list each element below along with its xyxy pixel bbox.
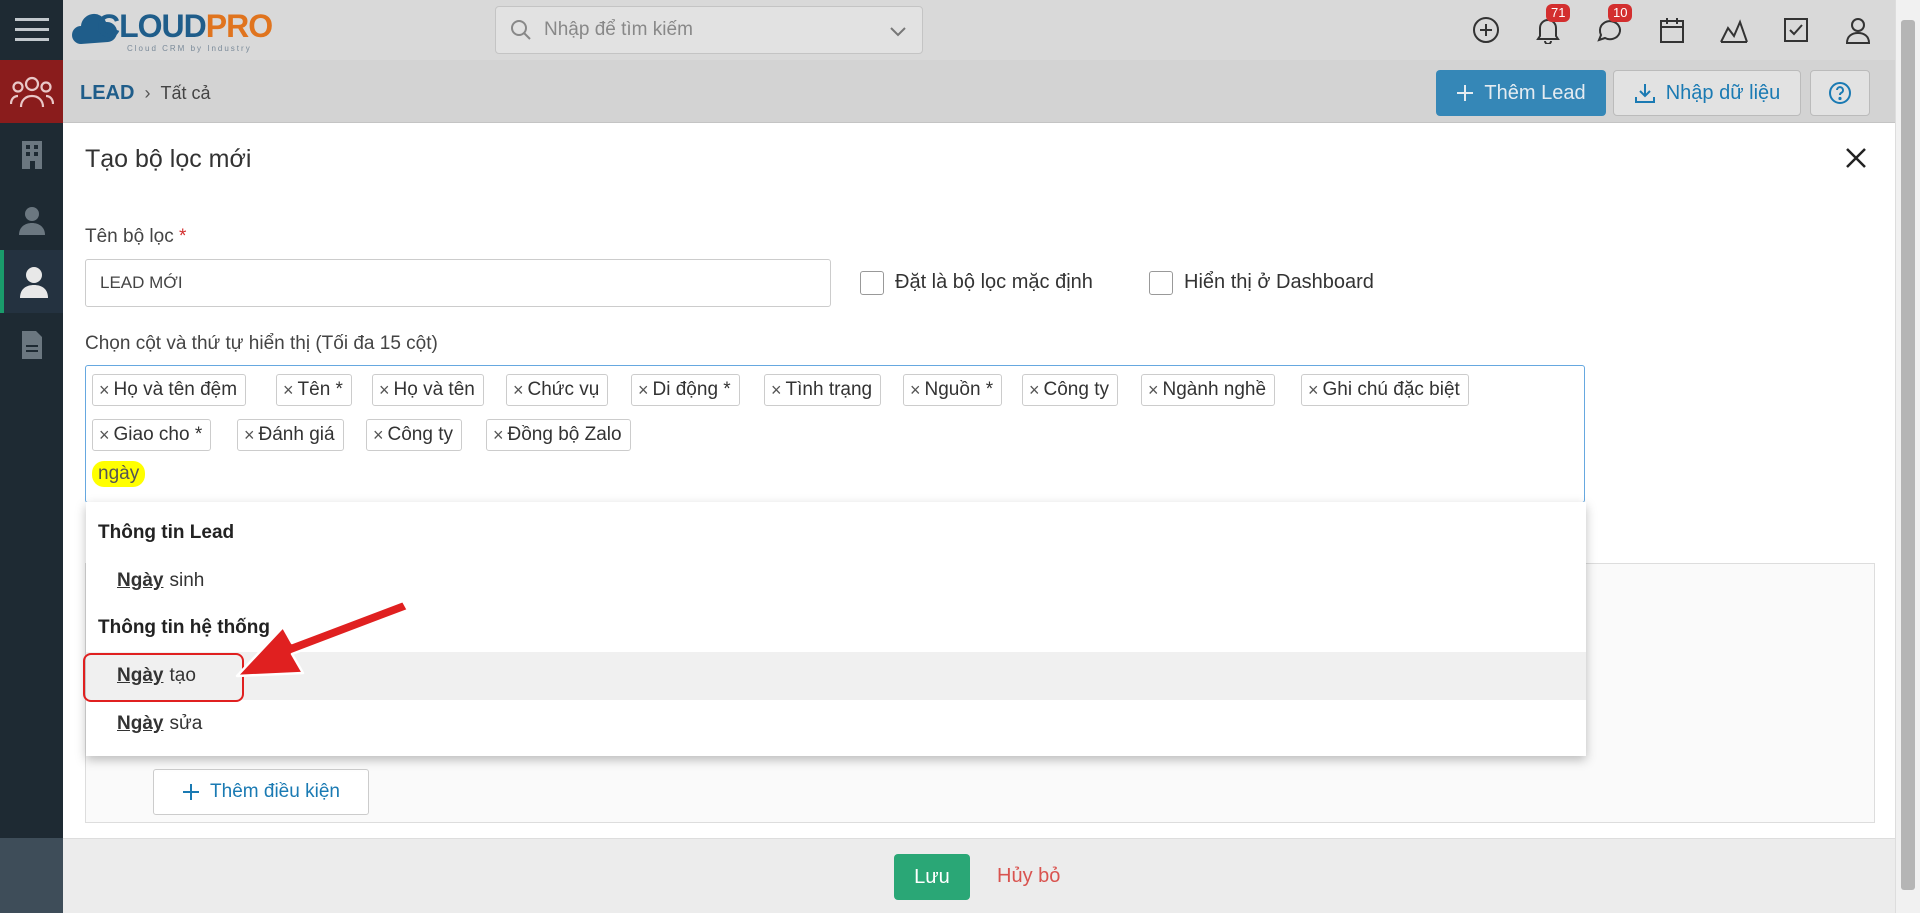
group-lead-info: Thông tin Lead (98, 522, 235, 543)
dashboard-label: Hiển thị ở Dashboard (1184, 271, 1374, 293)
logo-main: CLOUD (97, 7, 207, 44)
remove-tag-icon[interactable]: × (638, 380, 649, 401)
remove-tag-icon[interactable]: × (379, 380, 390, 401)
search-box[interactable]: Nhập để tìm kiếm (495, 6, 923, 54)
page-scrollbar[interactable] (1895, 0, 1920, 913)
notification-badge: 71 (1546, 4, 1571, 22)
people-icon (9, 76, 54, 107)
group-system-info: Thông tin hệ thống (98, 617, 271, 638)
add-condition-label: Thêm điều kiện (210, 781, 340, 802)
add-lead-button[interactable]: Thêm Lead (1436, 70, 1606, 116)
remove-tag-icon[interactable]: × (1308, 380, 1319, 401)
annotation-highlight-box (83, 653, 244, 702)
column-tag[interactable]: × Giao cho * (92, 419, 212, 451)
option-birthday[interactable]: Ngày sinh (86, 557, 1586, 605)
search-icon (511, 20, 531, 40)
column-tag[interactable]: × Chức vụ (506, 374, 609, 406)
help-icon (1829, 82, 1851, 104)
option-created-date[interactable]: Ngày tạo (86, 652, 1586, 700)
remove-tag-icon[interactable]: × (1029, 380, 1040, 401)
chart-icon[interactable] (1718, 14, 1750, 46)
calendar-icon[interactable] (1656, 14, 1688, 46)
breadcrumb: LEAD › Tất cả (80, 82, 210, 105)
plus-icon (1457, 85, 1474, 101)
column-tag[interactable]: × Đánh giá (237, 419, 344, 451)
default-filter-checkbox[interactable] (860, 271, 884, 295)
column-tag[interactable]: × Tình trạng (764, 374, 882, 406)
column-tag[interactable]: × Nguồn * (903, 374, 1003, 406)
import-data-button[interactable]: Nhập dữ liệu (1613, 70, 1801, 116)
remove-tag-icon[interactable]: × (513, 380, 524, 401)
contact-icon (18, 207, 45, 235)
filter-name-label: Tên bộ lọc * (85, 226, 187, 247)
task-check-icon[interactable] (1780, 14, 1812, 46)
add-condition-button[interactable]: Thêm điều kiện (153, 769, 369, 815)
column-suggestions-dropdown: Thông tin Lead Ngày sinh Thông tin hệ thố… (86, 502, 1586, 756)
close-icon[interactable] (1841, 143, 1871, 173)
account-icon[interactable] (1842, 14, 1874, 46)
sidebar (0, 0, 63, 913)
download-icon (1634, 84, 1655, 103)
column-tag[interactable]: × Công ty (366, 419, 462, 451)
page-header: LEAD › Tất cả Thêm Lead Nhập dữ liệu (63, 60, 1895, 123)
scrollbar-thumb[interactable] (1901, 20, 1915, 890)
remove-tag-icon[interactable]: × (771, 380, 782, 401)
remove-tag-icon[interactable]: × (493, 425, 504, 446)
remove-tag-icon[interactable]: × (99, 380, 110, 401)
chat-icon[interactable]: 10 (1594, 4, 1633, 46)
sidebar-footer (0, 838, 63, 913)
remove-tag-icon[interactable]: × (99, 425, 110, 446)
sidebar-item-building[interactable] (0, 125, 63, 185)
columns-label: Chọn cột và thứ tự hiển thị (Tối đa 15 c… (85, 333, 438, 354)
sidebar-item-document[interactable] (0, 315, 63, 375)
menu-icon[interactable] (0, 0, 63, 60)
column-tag[interactable]: × Ghi chú đặc biệt (1301, 374, 1469, 406)
user-icon (19, 266, 48, 298)
message-badge: 10 (1608, 4, 1633, 22)
chevron-right-icon: › (144, 83, 151, 103)
column-tag[interactable]: × Họ và tên (372, 374, 484, 406)
column-tag[interactable]: × Ngành nghề (1141, 374, 1276, 406)
logo-subtitle: Cloud CRM by Industry (127, 44, 252, 53)
remove-tag-icon[interactable]: × (373, 425, 384, 446)
dashboard-checkbox[interactable] (1149, 271, 1173, 295)
filter-name-input[interactable]: LEAD MỚI (85, 259, 831, 307)
search-placeholder: Nhập để tìm kiếm (544, 19, 693, 40)
column-tag[interactable]: × Tên * (276, 374, 352, 406)
breadcrumb-view: Tất cả (160, 83, 211, 103)
column-tag[interactable]: × Họ và tên đệm (92, 374, 247, 406)
save-button[interactable]: Lưu (894, 854, 970, 900)
modal-title: Tạo bộ lọc mới (85, 145, 252, 173)
default-filter-label: Đặt là bộ lọc mặc định (895, 271, 1093, 293)
document-icon (21, 331, 42, 359)
column-tag[interactable]: × Di động * (631, 374, 740, 406)
plus-icon (183, 784, 200, 800)
remove-tag-icon[interactable]: × (1148, 380, 1159, 401)
top-bar: CLOUDPRO Cloud CRM by Industry Nhập để t… (63, 0, 1895, 60)
logo[interactable]: CLOUDPRO Cloud CRM by Industry (71, 4, 273, 53)
sidebar-item-contact[interactable] (0, 190, 63, 250)
add-lead-label: Thêm Lead (1484, 81, 1586, 104)
add-circle-icon[interactable] (1470, 14, 1502, 46)
logo-accent: PRO (205, 7, 273, 44)
modal-footer: Lưu Hủy bỏ (63, 838, 1895, 913)
building-icon (21, 141, 42, 169)
remove-tag-icon[interactable]: × (283, 380, 294, 401)
column-tag[interactable]: × Đồng bộ Zalo (486, 419, 631, 451)
option-modified-date[interactable]: Ngày sửa (86, 700, 1586, 748)
search-typed-text[interactable]: ngày (92, 461, 146, 487)
breadcrumb-module[interactable]: LEAD (80, 82, 134, 105)
cancel-button[interactable]: Hủy bỏ (997, 865, 1060, 888)
sidebar-item-lead[interactable] (0, 60, 63, 123)
columns-multiselect[interactable]: × Họ và tên đệm × Tên * × Họ và tên × Chức v… (85, 365, 1585, 503)
remove-tag-icon[interactable]: × (244, 425, 255, 446)
bell-icon[interactable]: 71 (1532, 4, 1571, 46)
import-data-label: Nhập dữ liệu (1665, 81, 1781, 104)
sidebar-item-user[interactable] (0, 250, 63, 313)
column-tag[interactable]: × Công ty (1022, 374, 1118, 406)
help-button[interactable] (1810, 70, 1870, 116)
chevron-down-icon[interactable] (888, 21, 908, 41)
remove-tag-icon[interactable]: × (910, 380, 921, 401)
